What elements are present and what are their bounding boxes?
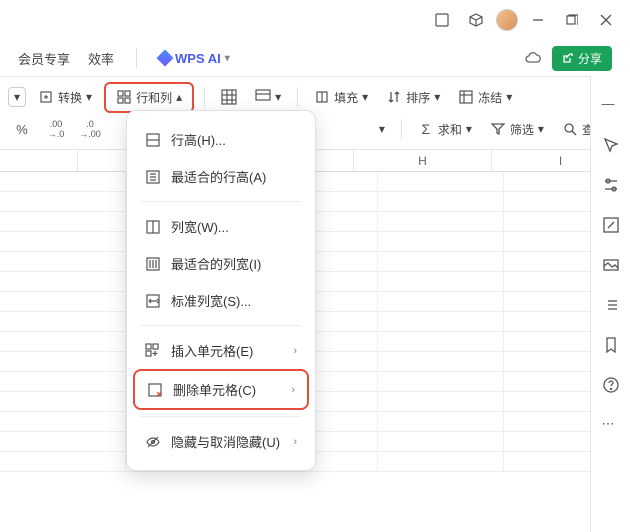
cursor-icon[interactable]: [602, 136, 620, 154]
share-icon: [562, 52, 574, 64]
dd-row-height[interactable]: 行高(H)...: [133, 121, 309, 158]
dd-std-width[interactable]: 标准列宽(S)...: [133, 282, 309, 319]
dd-hide-unhide[interactable]: 隐藏与取消隐藏(U) ›: [133, 423, 309, 460]
share-button[interactable]: 分享: [552, 46, 612, 71]
titlebar: [0, 0, 630, 40]
chevron-right-icon: ›: [291, 384, 295, 396]
fill-icon: [314, 89, 330, 105]
eye-off-icon: [145, 434, 161, 450]
wps-ai-label: WPS AI: [175, 51, 221, 66]
list-icon[interactable]: [602, 296, 620, 314]
chevron-right-icon: ›: [293, 345, 297, 357]
wps-ai-button[interactable]: WPS AI▾: [159, 51, 230, 66]
separator: [136, 48, 137, 68]
menu-efficiency[interactable]: 效率: [88, 49, 114, 68]
inc-decimal-icon: .00→.0: [48, 121, 64, 137]
condfmt-dropdown[interactable]: ▾: [373, 119, 391, 139]
ai-logo-icon: [157, 50, 174, 67]
window-layout-icon[interactable]: [428, 6, 456, 34]
table-style-button[interactable]: ▾: [249, 86, 287, 108]
freeze-button[interactable]: 冻结 ▾: [452, 86, 518, 109]
menubar: 会员专享 效率 WPS AI▾ 分享: [0, 40, 630, 76]
delete-cells-icon: [147, 382, 163, 398]
filter-button[interactable]: 筛选 ▾: [484, 118, 550, 141]
decrease-decimal-button[interactable]: .0→.00: [76, 118, 104, 140]
worksheet-button[interactable]: [215, 86, 243, 108]
search-icon: [562, 121, 578, 137]
dd-autofit-col[interactable]: 最适合的列宽(I): [133, 245, 309, 282]
rows-cols-dropdown: 行高(H)... 最适合的行高(A) 列宽(W)... 最适合的列宽(I) 标准…: [126, 110, 316, 471]
autofit-row-icon: [145, 169, 161, 185]
sort-button[interactable]: 排序 ▾: [380, 86, 446, 109]
grid-icon: [221, 89, 237, 105]
expand-icon[interactable]: [602, 216, 620, 234]
rows-cols-icon: [116, 89, 132, 105]
rows-cols-button[interactable]: 行和列 ▴: [110, 86, 188, 109]
rows-cols-highlight: 行和列 ▴: [104, 82, 194, 113]
dd-insert-cells[interactable]: 插入单元格(E) ›: [133, 332, 309, 369]
insert-cells-icon: [145, 343, 161, 359]
increase-decimal-button[interactable]: .00→.0: [42, 118, 70, 140]
col-width-icon: [145, 219, 161, 235]
cloud-icon[interactable]: [524, 49, 542, 67]
convert-button[interactable]: 转换 ▾: [32, 86, 98, 109]
cube-icon[interactable]: [462, 6, 490, 34]
format-dropdown[interactable]: ▾: [8, 87, 26, 107]
dec-decimal-icon: .0→.00: [82, 121, 98, 137]
std-width-icon: [145, 293, 161, 309]
minus-icon[interactable]: —: [602, 96, 620, 114]
fill-button[interactable]: 填充 ▾: [308, 86, 374, 109]
right-sidebar: — ⋯: [590, 76, 630, 532]
convert-icon: [38, 89, 54, 105]
autofit-col-icon: [145, 256, 161, 272]
funnel-icon: [490, 121, 506, 137]
percent-icon: %: [14, 121, 30, 137]
sort-icon: [386, 89, 402, 105]
settings-slider-icon[interactable]: [602, 176, 620, 194]
maximize-button[interactable]: [558, 6, 586, 34]
sum-button[interactable]: Σ求和 ▾: [412, 118, 478, 141]
gallery-icon[interactable]: [602, 256, 620, 274]
dd-autofit-row[interactable]: 最适合的行高(A): [133, 158, 309, 195]
help-icon[interactable]: [602, 376, 620, 394]
close-button[interactable]: [592, 6, 620, 34]
sigma-icon: Σ: [418, 121, 434, 137]
menu-member[interactable]: 会员专享: [18, 49, 70, 68]
dd-col-width[interactable]: 列宽(W)...: [133, 208, 309, 245]
share-label: 分享: [578, 50, 602, 67]
table-style-icon: [255, 89, 271, 105]
minimize-button[interactable]: [524, 6, 552, 34]
more-icon[interactable]: ⋯: [602, 416, 620, 434]
col-h[interactable]: H: [354, 150, 492, 171]
freeze-icon: [458, 89, 474, 105]
percent-button[interactable]: %: [8, 118, 36, 140]
bookmark-icon[interactable]: [602, 336, 620, 354]
avatar[interactable]: [496, 9, 518, 31]
dd-delete-cells[interactable]: 删除单元格(C) ›: [133, 369, 309, 410]
row-height-icon: [145, 132, 161, 148]
chevron-right-icon: ›: [293, 436, 297, 448]
